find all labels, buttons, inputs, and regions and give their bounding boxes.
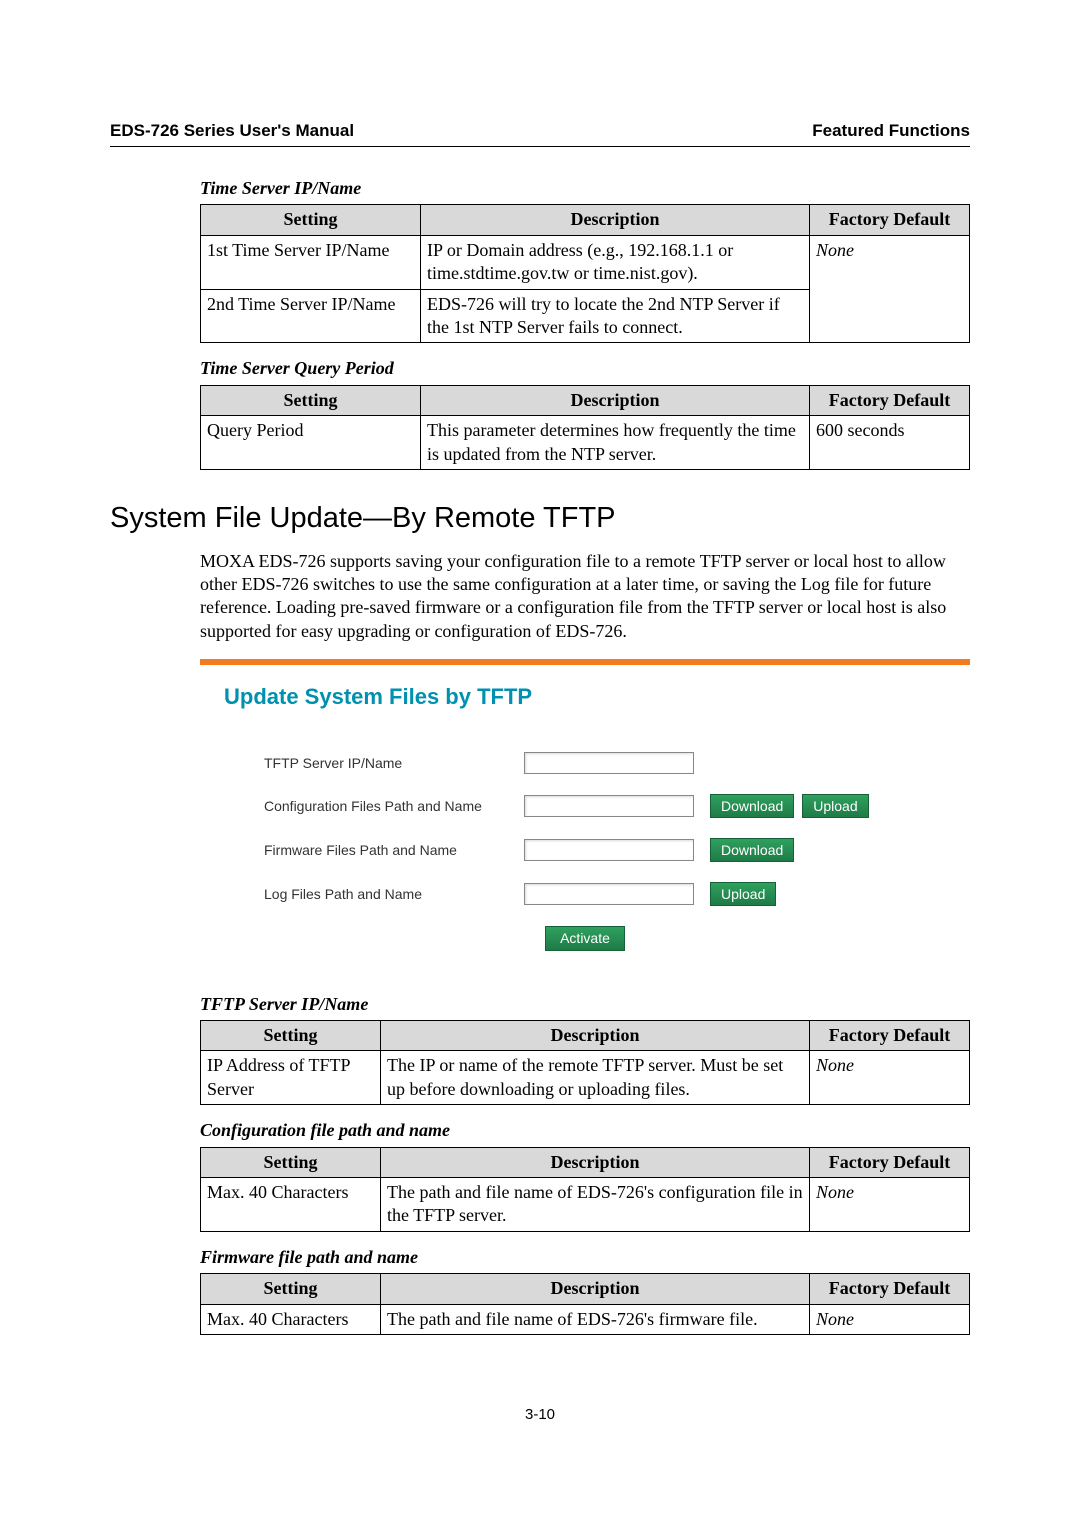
- cell-setting: Max. 40 Characters: [201, 1177, 381, 1231]
- tftp-panel: Update System Files by TFTP TFTP Server …: [200, 659, 970, 978]
- col-setting: Setting: [201, 1020, 381, 1050]
- table-row: Max. 40 Characters The path and file nam…: [201, 1177, 970, 1231]
- cell-description: IP or Domain address (e.g., 192.168.1.1 …: [421, 235, 810, 289]
- page-number: 3-10: [110, 1405, 970, 1425]
- cell-setting: Query Period: [201, 416, 421, 470]
- firmware-file-label: Firmware Files Path and Name: [264, 841, 524, 859]
- cell-factory-default: None: [810, 1177, 970, 1231]
- table-row: 1st Time Server IP/Name IP or Domain add…: [201, 235, 970, 289]
- content-block: Time Server IP/Name Setting Description …: [200, 177, 970, 470]
- col-factory-default: Factory Default: [810, 205, 970, 235]
- firmware-file-row: Firmware Files Path and Name Download: [264, 838, 946, 862]
- table-header-row: Setting Description Factory Default: [201, 385, 970, 415]
- cell-factory-default: None: [810, 1304, 970, 1334]
- config-file-row: Configuration Files Path and Name Downlo…: [264, 794, 946, 818]
- config-file-input[interactable]: [524, 795, 694, 817]
- table-row: Query Period This parameter determines h…: [201, 416, 970, 470]
- cell-description: The IP or name of the remote TFTP server…: [381, 1051, 810, 1105]
- table-header-row: Setting Description Factory Default: [201, 1274, 970, 1304]
- section-heading: System File Update—By Remote TFTP: [110, 500, 970, 538]
- log-upload-button[interactable]: Upload: [710, 882, 776, 906]
- tftp-server-ip-table: Setting Description Factory Default IP A…: [200, 1020, 970, 1105]
- query-period-table: Setting Description Factory Default Quer…: [200, 385, 970, 470]
- cell-description: The path and file name of EDS-726's conf…: [381, 1177, 810, 1231]
- cell-setting: 1st Time Server IP/Name: [201, 235, 421, 289]
- log-file-row: Log Files Path and Name Upload: [264, 882, 946, 906]
- log-file-label: Log Files Path and Name: [264, 885, 524, 903]
- tftp-server-label: TFTP Server IP/Name: [264, 754, 524, 772]
- cell-factory-default: 600 seconds: [810, 416, 970, 470]
- col-factory-default: Factory Default: [810, 1020, 970, 1050]
- firmware-download-button[interactable]: Download: [710, 838, 794, 862]
- tftp-server-input[interactable]: [524, 752, 694, 774]
- cell-factory-default: None: [810, 235, 970, 343]
- cell-setting: IP Address of TFTP Server: [201, 1051, 381, 1105]
- col-description: Description: [381, 1147, 810, 1177]
- col-setting: Setting: [201, 1147, 381, 1177]
- log-file-input[interactable]: [524, 883, 694, 905]
- section-body-wrap: MOXA EDS-726 supports saving your config…: [200, 550, 970, 1335]
- cell-description: EDS-726 will try to locate the 2nd NTP S…: [421, 289, 810, 343]
- col-factory-default: Factory Default: [810, 385, 970, 415]
- config-file-label: Configuration Files Path and Name: [264, 797, 524, 815]
- firmware-path-table: Setting Description Factory Default Max.…: [200, 1273, 970, 1335]
- table-caption: Time Server Query Period: [200, 357, 970, 380]
- config-download-button[interactable]: Download: [710, 794, 794, 818]
- chapter-title: Featured Functions: [812, 120, 970, 142]
- tftp-server-row: TFTP Server IP/Name: [264, 752, 946, 774]
- col-setting: Setting: [201, 1274, 381, 1304]
- table-caption: Time Server IP/Name: [200, 177, 970, 200]
- col-description: Description: [421, 385, 810, 415]
- time-server-ip-table: Setting Description Factory Default 1st …: [200, 204, 970, 343]
- col-description: Description: [421, 205, 810, 235]
- table-header-row: Setting Description Factory Default: [201, 1020, 970, 1050]
- table-header-row: Setting Description Factory Default: [201, 205, 970, 235]
- col-setting: Setting: [201, 205, 421, 235]
- table-row: Max. 40 Characters The path and file nam…: [201, 1304, 970, 1334]
- cell-setting: Max. 40 Characters: [201, 1304, 381, 1334]
- col-description: Description: [381, 1274, 810, 1304]
- section-body-text: MOXA EDS-726 supports saving your config…: [200, 550, 970, 644]
- cell-setting: 2nd Time Server IP/Name: [201, 289, 421, 343]
- cell-factory-default: None: [810, 1051, 970, 1105]
- firmware-file-input[interactable]: [524, 839, 694, 861]
- table-row: IP Address of TFTP Server The IP or name…: [201, 1051, 970, 1105]
- table-header-row: Setting Description Factory Default: [201, 1147, 970, 1177]
- cell-description: The path and file name of EDS-726's firm…: [381, 1304, 810, 1334]
- page-header: EDS-726 Series User's Manual Featured Fu…: [110, 120, 970, 147]
- tftp-panel-title: Update System Files by TFTP: [224, 683, 946, 712]
- activate-row: Activate: [224, 926, 946, 950]
- table-caption: TFTP Server IP/Name: [200, 993, 970, 1016]
- col-factory-default: Factory Default: [810, 1274, 970, 1304]
- col-setting: Setting: [201, 385, 421, 415]
- table-caption: Firmware file path and name: [200, 1246, 970, 1269]
- config-upload-button[interactable]: Upload: [802, 794, 868, 818]
- activate-button[interactable]: Activate: [545, 926, 625, 950]
- col-description: Description: [381, 1020, 810, 1050]
- cell-description: This parameter determines how frequently…: [421, 416, 810, 470]
- manual-title: EDS-726 Series User's Manual: [110, 120, 354, 142]
- col-factory-default: Factory Default: [810, 1147, 970, 1177]
- config-path-table: Setting Description Factory Default Max.…: [200, 1147, 970, 1232]
- table-caption: Configuration file path and name: [200, 1119, 970, 1142]
